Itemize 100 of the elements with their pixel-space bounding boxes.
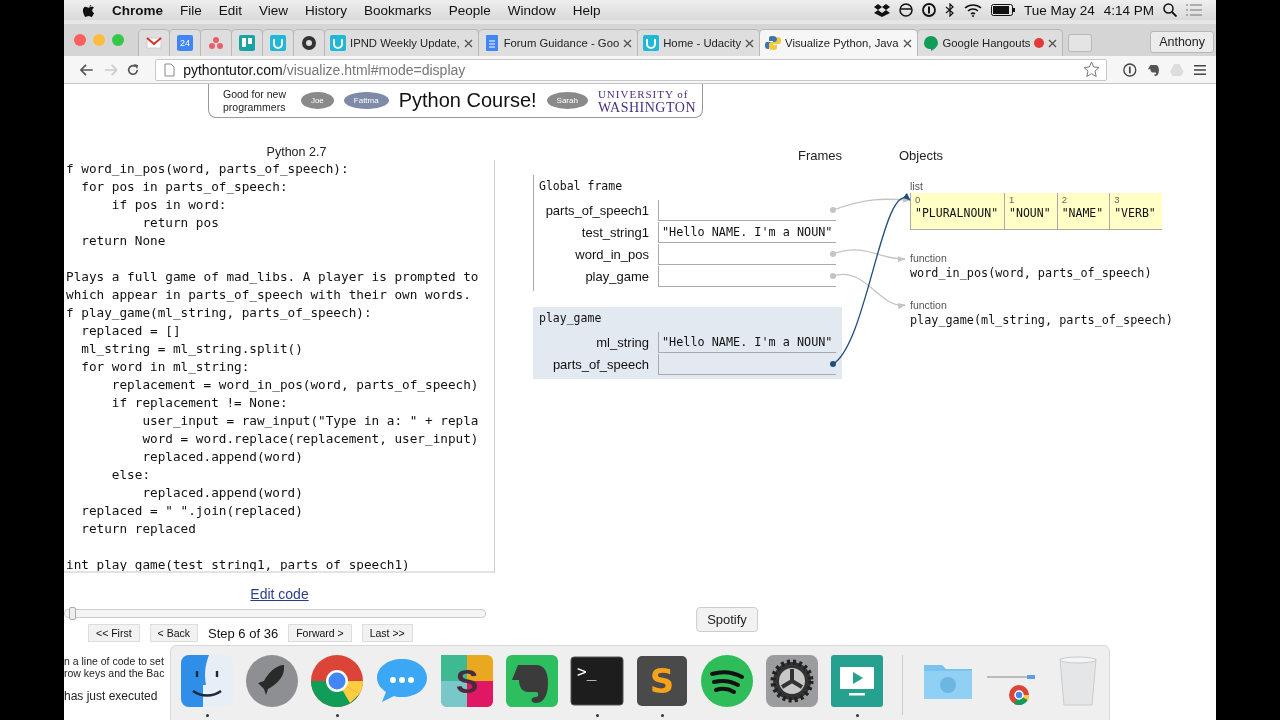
menu-item[interactable]: History	[305, 2, 348, 18]
menu-item[interactable]: Help	[572, 2, 601, 18]
edit-code-link[interactable]: Edit code	[250, 586, 309, 602]
close-icon[interactable]	[623, 38, 633, 48]
browser-tab[interactable]: IPND Weekly Update,	[324, 29, 479, 56]
document-icon	[483, 35, 500, 51]
menu-item[interactable]: File	[180, 2, 202, 18]
code-line: Plays a full game of mad_libs. A player is prompted to	[66, 268, 479, 286]
object-type-label: list	[910, 179, 923, 193]
code-line: return None	[80, 232, 166, 250]
menu-item[interactable]: People	[448, 2, 491, 18]
code-line: replacement = word_in_pos(word, parts_of_speech)	[110, 376, 479, 394]
tagline-text: Good for new programmers	[223, 87, 288, 114]
variable-value: "Hello NAME. I'm a NOUN"	[658, 331, 836, 353]
banner-title: Python Course!	[398, 89, 537, 112]
function-signature: word_in_pos(word, parts_of_speech)	[910, 265, 1152, 281]
menu-item[interactable]: Chrome	[112, 2, 163, 18]
nav-button[interactable]: << First	[88, 624, 140, 642]
wifi-icon[interactable]	[963, 3, 982, 17]
name-bubble: Sarah	[546, 92, 588, 109]
menu-icon[interactable]	[1194, 63, 1206, 76]
nav-button[interactable]: Last >>	[361, 624, 413, 642]
code-line: f play_game(ml_string, parts_of_speech):	[66, 304, 372, 322]
gear-icon[interactable]	[764, 653, 820, 709]
box-icon[interactable]	[873, 3, 890, 17]
search-icon[interactable]	[1163, 3, 1177, 17]
time-text: 4:14 PM	[1103, 2, 1154, 18]
frames-heading: Frames	[796, 147, 842, 163]
objects-heading: Objects	[899, 147, 945, 163]
back-button[interactable]	[80, 62, 94, 77]
star-icon[interactable]	[1083, 61, 1101, 78]
name-bubble: Joe	[300, 92, 334, 109]
letter-tile-icon[interactable]: S	[439, 653, 495, 709]
code-line: replaced.append(word)	[141, 448, 303, 466]
close-icon[interactable]	[1048, 38, 1058, 48]
close-icon[interactable]	[902, 38, 912, 48]
list-index: 1	[1009, 193, 1016, 206]
reload-button[interactable]	[127, 62, 140, 77]
code-line: replaced = []	[80, 322, 181, 340]
code-line: user_input = raw_input("Type in a: " + repla	[141, 412, 479, 430]
university-text: UNIVERSITY of	[597, 86, 690, 101]
code-line: replaced.append(word)	[141, 484, 303, 502]
date-text: Tue May 24	[1023, 2, 1095, 18]
university-name: WASHINGTON	[597, 100, 696, 115]
code-line: return pos	[141, 214, 219, 232]
terminal-icon[interactable]: >_	[569, 653, 625, 709]
letter-tile-icon[interactable]: S	[634, 653, 690, 709]
slider-thumb[interactable]	[69, 607, 77, 620]
menu-item[interactable]: Window	[507, 2, 556, 18]
nav-button[interactable]: Forward >	[288, 624, 352, 642]
code-line: which appear in parts_of_speech with their own words.	[66, 286, 471, 304]
bluetooth-icon[interactable]	[944, 3, 955, 17]
browser-icon[interactable]	[309, 653, 365, 709]
help-text: has just executed	[64, 690, 159, 702]
battery-icon[interactable]	[990, 4, 1015, 16]
snake-logo-icon	[765, 35, 782, 51]
code-line: for word in ml_string:	[80, 358, 250, 376]
step-slider[interactable]	[64, 609, 486, 618]
variable-value: "Hello NAME. I'm a NOUN"	[658, 221, 836, 243]
browser-tab[interactable]: Google Hangouts	[916, 29, 1064, 56]
menu-item[interactable]: Bookmarks	[364, 2, 432, 18]
address-field[interactable]: pythontutor.com/visualize.html#mode=display	[155, 58, 1108, 81]
face-tile-icon[interactable]	[179, 653, 235, 709]
apple-icon[interactable]	[82, 2, 95, 18]
u-logo-icon	[270, 35, 286, 51]
close-icon[interactable]	[745, 38, 755, 48]
code-line: return replaced	[80, 520, 196, 538]
browser-tab[interactable]	[138, 29, 170, 56]
code-line: else:	[110, 466, 151, 484]
play-screen-icon[interactable]	[829, 653, 885, 709]
menu-item[interactable]: Edit	[218, 2, 243, 18]
code-line: word = word.replace(replacement, user_input)	[141, 430, 479, 448]
elephant-icon[interactable]	[504, 653, 560, 709]
browser-tab[interactable]: Visualize Python, Java	[759, 29, 918, 56]
list-index: 2	[1061, 193, 1068, 206]
browser-tab[interactable]	[293, 29, 325, 56]
list-value: "NAME"	[1061, 206, 1104, 220]
code-line: for pos in parts_of_speech:	[80, 178, 288, 196]
profile-button[interactable]: Anthony	[1150, 31, 1214, 53]
language-label: Python 2.7	[265, 145, 328, 160]
variable-name: test_string1	[580, 224, 649, 240]
u-logo-icon	[330, 35, 346, 51]
close-icon[interactable]	[463, 38, 473, 48]
browser-tab[interactable]: Home - Udacity	[637, 29, 761, 56]
frame-name: play_game	[538, 310, 603, 327]
sound-waves-icon[interactable]	[699, 653, 755, 709]
url-text: pythontutor.com/visualize.html#mode=display	[183, 61, 466, 78]
menu-item[interactable]: View	[259, 2, 289, 18]
u-logo-icon	[643, 35, 660, 51]
list-index: 0	[915, 193, 922, 206]
code-line: if replacement != None:	[110, 394, 288, 412]
nav-button[interactable]: < Back	[149, 624, 198, 642]
function-signature: play_game(ml_string, parts_of_speech)	[910, 312, 1173, 328]
disc-icon	[301, 35, 317, 51]
circle-slash-icon[interactable]	[898, 3, 913, 17]
list-value: "PLURALNOUN"	[915, 206, 999, 220]
tooltip: Spotify	[696, 607, 758, 632]
browser-tab[interactable]: Forum Guidance - Goo	[477, 29, 639, 56]
browser-tab[interactable]: 24	[169, 29, 201, 56]
rocket-icon[interactable]	[244, 653, 300, 709]
